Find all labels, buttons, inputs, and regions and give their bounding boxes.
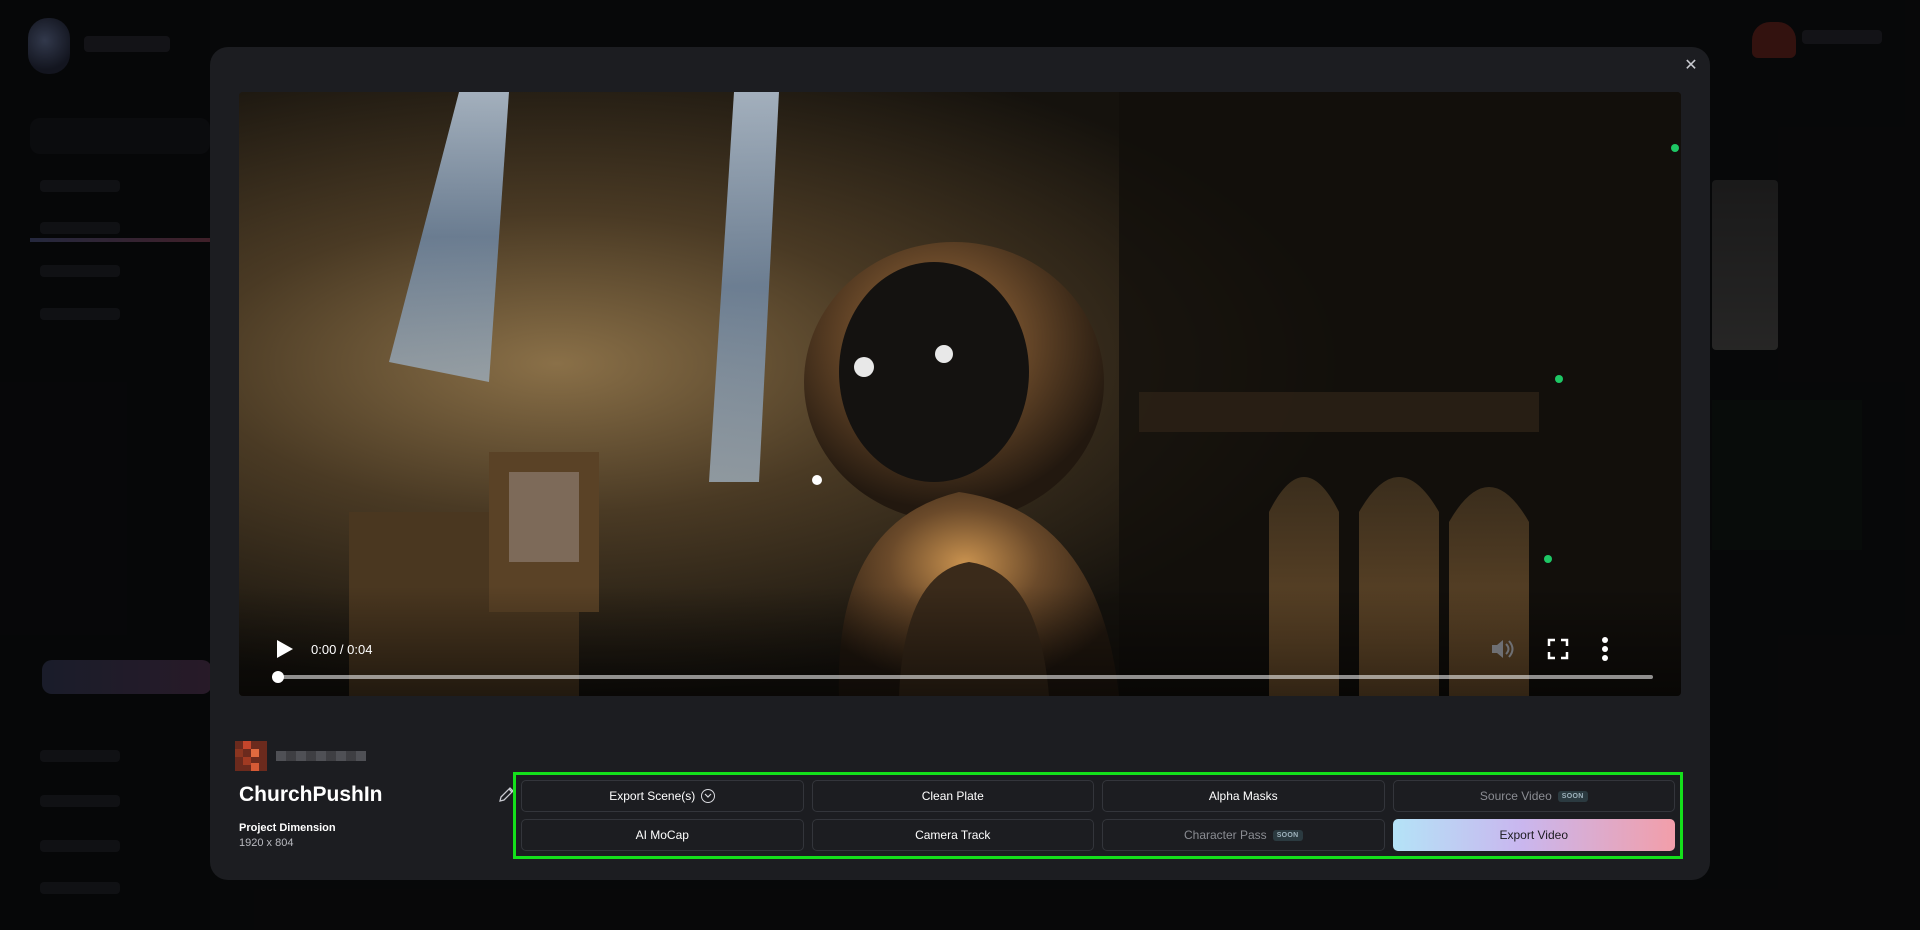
close-icon[interactable]: ✕	[1680, 55, 1702, 77]
project-dimension-label: Project Dimension	[239, 822, 336, 834]
video-player[interactable]: 0:00 / 0:04	[239, 92, 1681, 696]
export-scenes-label: Export Scene(s)	[609, 789, 696, 803]
export-scenes-button[interactable]: Export Scene(s)	[521, 780, 804, 812]
more-vertical-icon[interactable]	[1601, 635, 1609, 663]
volume-muted-icon[interactable]	[1489, 636, 1515, 662]
ai-mocap-label: AI MoCap	[635, 828, 689, 842]
video-time: 0:00 / 0:04	[311, 642, 373, 657]
soon-badge: SOON	[1557, 790, 1588, 802]
ai-mocap-button[interactable]: AI MoCap	[521, 819, 804, 851]
video-controls-backdrop	[239, 586, 1681, 696]
video-progress-bar[interactable]	[272, 671, 1653, 683]
export-video-button[interactable]: Export Video	[1392, 819, 1675, 851]
export-video-label: Export Video	[1499, 828, 1569, 842]
author-avatar	[235, 741, 267, 771]
source-video-button: Source Video SOON	[1392, 780, 1675, 812]
alpha-masks-label: Alpha Masks	[1208, 789, 1278, 803]
clean-plate-label: Clean Plate	[921, 789, 984, 803]
clean-plate-button[interactable]: Clean Plate	[811, 780, 1094, 812]
camera-track-button[interactable]: Camera Track	[811, 819, 1094, 851]
author-name	[276, 751, 366, 761]
video-progress-knob[interactable]	[272, 671, 284, 683]
character-pass-label: Character Pass	[1183, 828, 1267, 842]
project-title: ChurchPushIn	[239, 783, 383, 806]
play-icon[interactable]	[273, 638, 295, 660]
fullscreen-icon[interactable]	[1546, 637, 1570, 661]
export-actions-panel: Export Scene(s) Clean Plate Alpha Masks …	[513, 772, 1683, 859]
soon-badge: SOON	[1272, 829, 1303, 841]
alpha-masks-button[interactable]: Alpha Masks	[1102, 780, 1385, 812]
character-pass-button: Character Pass SOON	[1102, 819, 1385, 851]
source-video-label: Source Video	[1479, 789, 1552, 803]
project-modal: ✕ 0:00 / 0:04 ChurchPushIn Project Dimen…	[210, 47, 1710, 880]
camera-track-label: Camera Track	[915, 828, 991, 842]
chevron-down-circle-icon	[701, 789, 716, 803]
project-dimension-value: 1920 x 804	[239, 837, 294, 849]
